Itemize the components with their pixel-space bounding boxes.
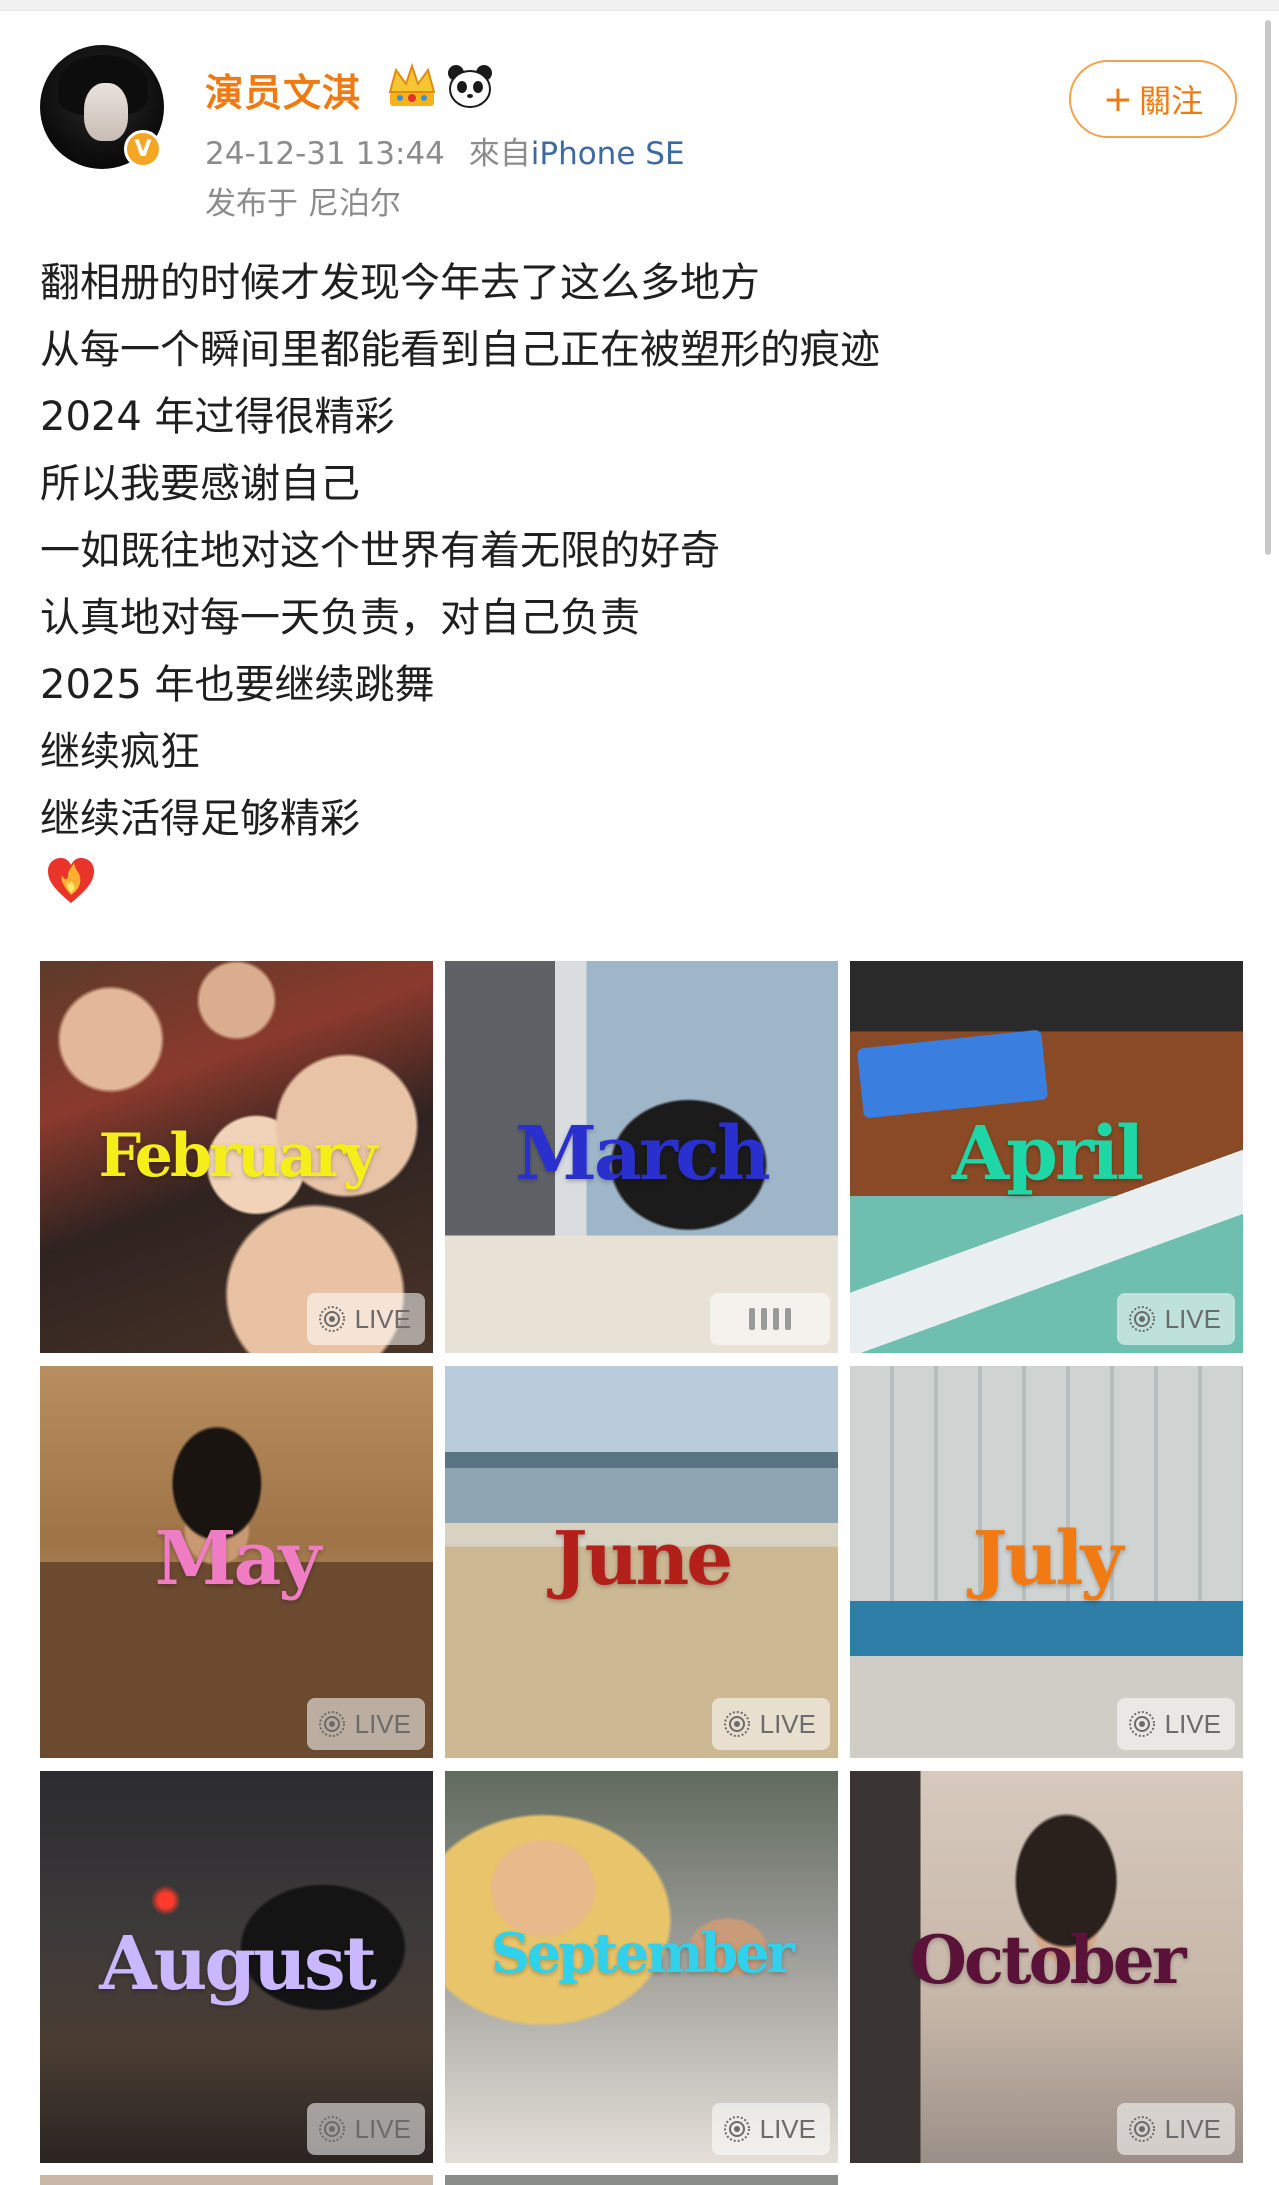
live-badge[interactable]: LIVE	[306, 2103, 425, 2155]
photo-tile-july[interactable]: July LIVE	[850, 1366, 1243, 1758]
month-label: March	[515, 1111, 771, 1197]
top-divider	[0, 0, 1279, 11]
live-label: LIVE	[1164, 1708, 1221, 1739]
month-label: July	[972, 1516, 1124, 1602]
live-label: LIVE	[354, 2113, 411, 2144]
heart-on-fire-icon	[48, 858, 94, 903]
photo-tile-august[interactable]: August LIVE	[40, 1771, 433, 2163]
live-label: LIVE	[354, 1708, 411, 1739]
live-badge[interactable]: LIVE	[1116, 1698, 1235, 1750]
month-label: October	[909, 1921, 1186, 1999]
live-badge[interactable]: LIVE	[1116, 1293, 1235, 1345]
live-badge[interactable]: LIVE	[1116, 2103, 1235, 2155]
loading-indicator	[710, 1293, 830, 1345]
plus-icon: +	[1102, 78, 1134, 120]
photo-tile-october[interactable]: October LIVE	[850, 1771, 1243, 2163]
post-location: 发布于 尼泊尔	[205, 186, 401, 222]
device-link[interactable]: iPhone SE	[531, 136, 685, 172]
post-line: 2024 年过得很精彩	[40, 394, 395, 440]
photo-tile-april[interactable]: April LIVE	[850, 961, 1243, 1353]
live-badge[interactable]: LIVE	[711, 1698, 830, 1750]
post-body: 翻相册的时候才发现今年去了这么多地方 从每一个瞬间里都能看到自己正在被塑形的痕迹…	[40, 250, 880, 853]
post-line: 2025 年也要继续跳舞	[40, 662, 435, 708]
live-badge[interactable]: LIVE	[306, 1293, 425, 1345]
month-label: April	[951, 1111, 1144, 1197]
month-label: September	[490, 1921, 795, 1985]
month-label: June	[552, 1516, 734, 1602]
post-line: 所以我要感谢自己	[40, 461, 360, 507]
live-photo-icon	[723, 1711, 750, 1737]
post-line: 从每一个瞬间里都能看到自己正在被塑形的痕迹	[40, 327, 880, 373]
username[interactable]: 演员文淇	[205, 62, 361, 117]
live-label: LIVE	[1164, 2113, 1221, 2144]
photo-tile-september[interactable]: September LIVE	[445, 1771, 838, 2163]
month-label: May	[154, 1516, 322, 1602]
blue-tray	[856, 1029, 1049, 1119]
follow-label: 關注	[1139, 82, 1204, 120]
post-line: 一如既往地对这个世界有着无限的好奇	[40, 528, 720, 574]
live-photo-icon	[1128, 2116, 1155, 2142]
follow-button[interactable]: + 關注	[1069, 60, 1237, 138]
next-row-tile-peek	[40, 2175, 433, 2185]
live-label: LIVE	[354, 1303, 411, 1334]
month-label: February	[98, 1121, 377, 1191]
photo-tile-february[interactable]: February LIVE	[40, 961, 433, 1353]
live-badge[interactable]: LIVE	[306, 1698, 425, 1750]
photo-tile-may[interactable]: May LIVE	[40, 1366, 433, 1758]
live-photo-icon	[318, 1306, 345, 1332]
live-badge[interactable]: LIVE	[711, 2103, 830, 2155]
photo-tile-june[interactable]: June LIVE	[445, 1366, 838, 1758]
live-photo-icon	[1128, 1306, 1155, 1332]
post-line: 认真地对每一天负责，对自己负责	[40, 595, 640, 641]
live-photo-icon	[318, 1711, 345, 1737]
source-prefix: 來自	[468, 136, 531, 172]
photo-tile-march[interactable]: March	[445, 961, 838, 1353]
post-line: 翻相册的时候才发现今年去了这么多地方	[40, 260, 760, 306]
post-timestamp: 24-12-31 13:44	[205, 136, 445, 172]
live-label: LIVE	[759, 1708, 816, 1739]
post-line: 继续活得足够精彩	[40, 796, 360, 842]
post-meta: 24-12-31 13:44 來自iPhone SE	[205, 128, 685, 173]
verified-badge-icon: V	[124, 130, 162, 168]
live-photo-icon	[318, 2116, 345, 2142]
crown-icon	[388, 62, 436, 106]
live-photo-icon	[1128, 1711, 1155, 1737]
live-label: LIVE	[759, 2113, 816, 2144]
post-line: 继续疯狂	[40, 729, 200, 775]
live-photo-icon	[723, 2116, 750, 2142]
month-label: August	[99, 1921, 377, 2007]
next-row-tile-peek	[445, 2175, 838, 2185]
live-label: LIVE	[1164, 1303, 1221, 1334]
panda-icon	[448, 65, 492, 108]
scrollbar[interactable]	[1265, 20, 1271, 555]
